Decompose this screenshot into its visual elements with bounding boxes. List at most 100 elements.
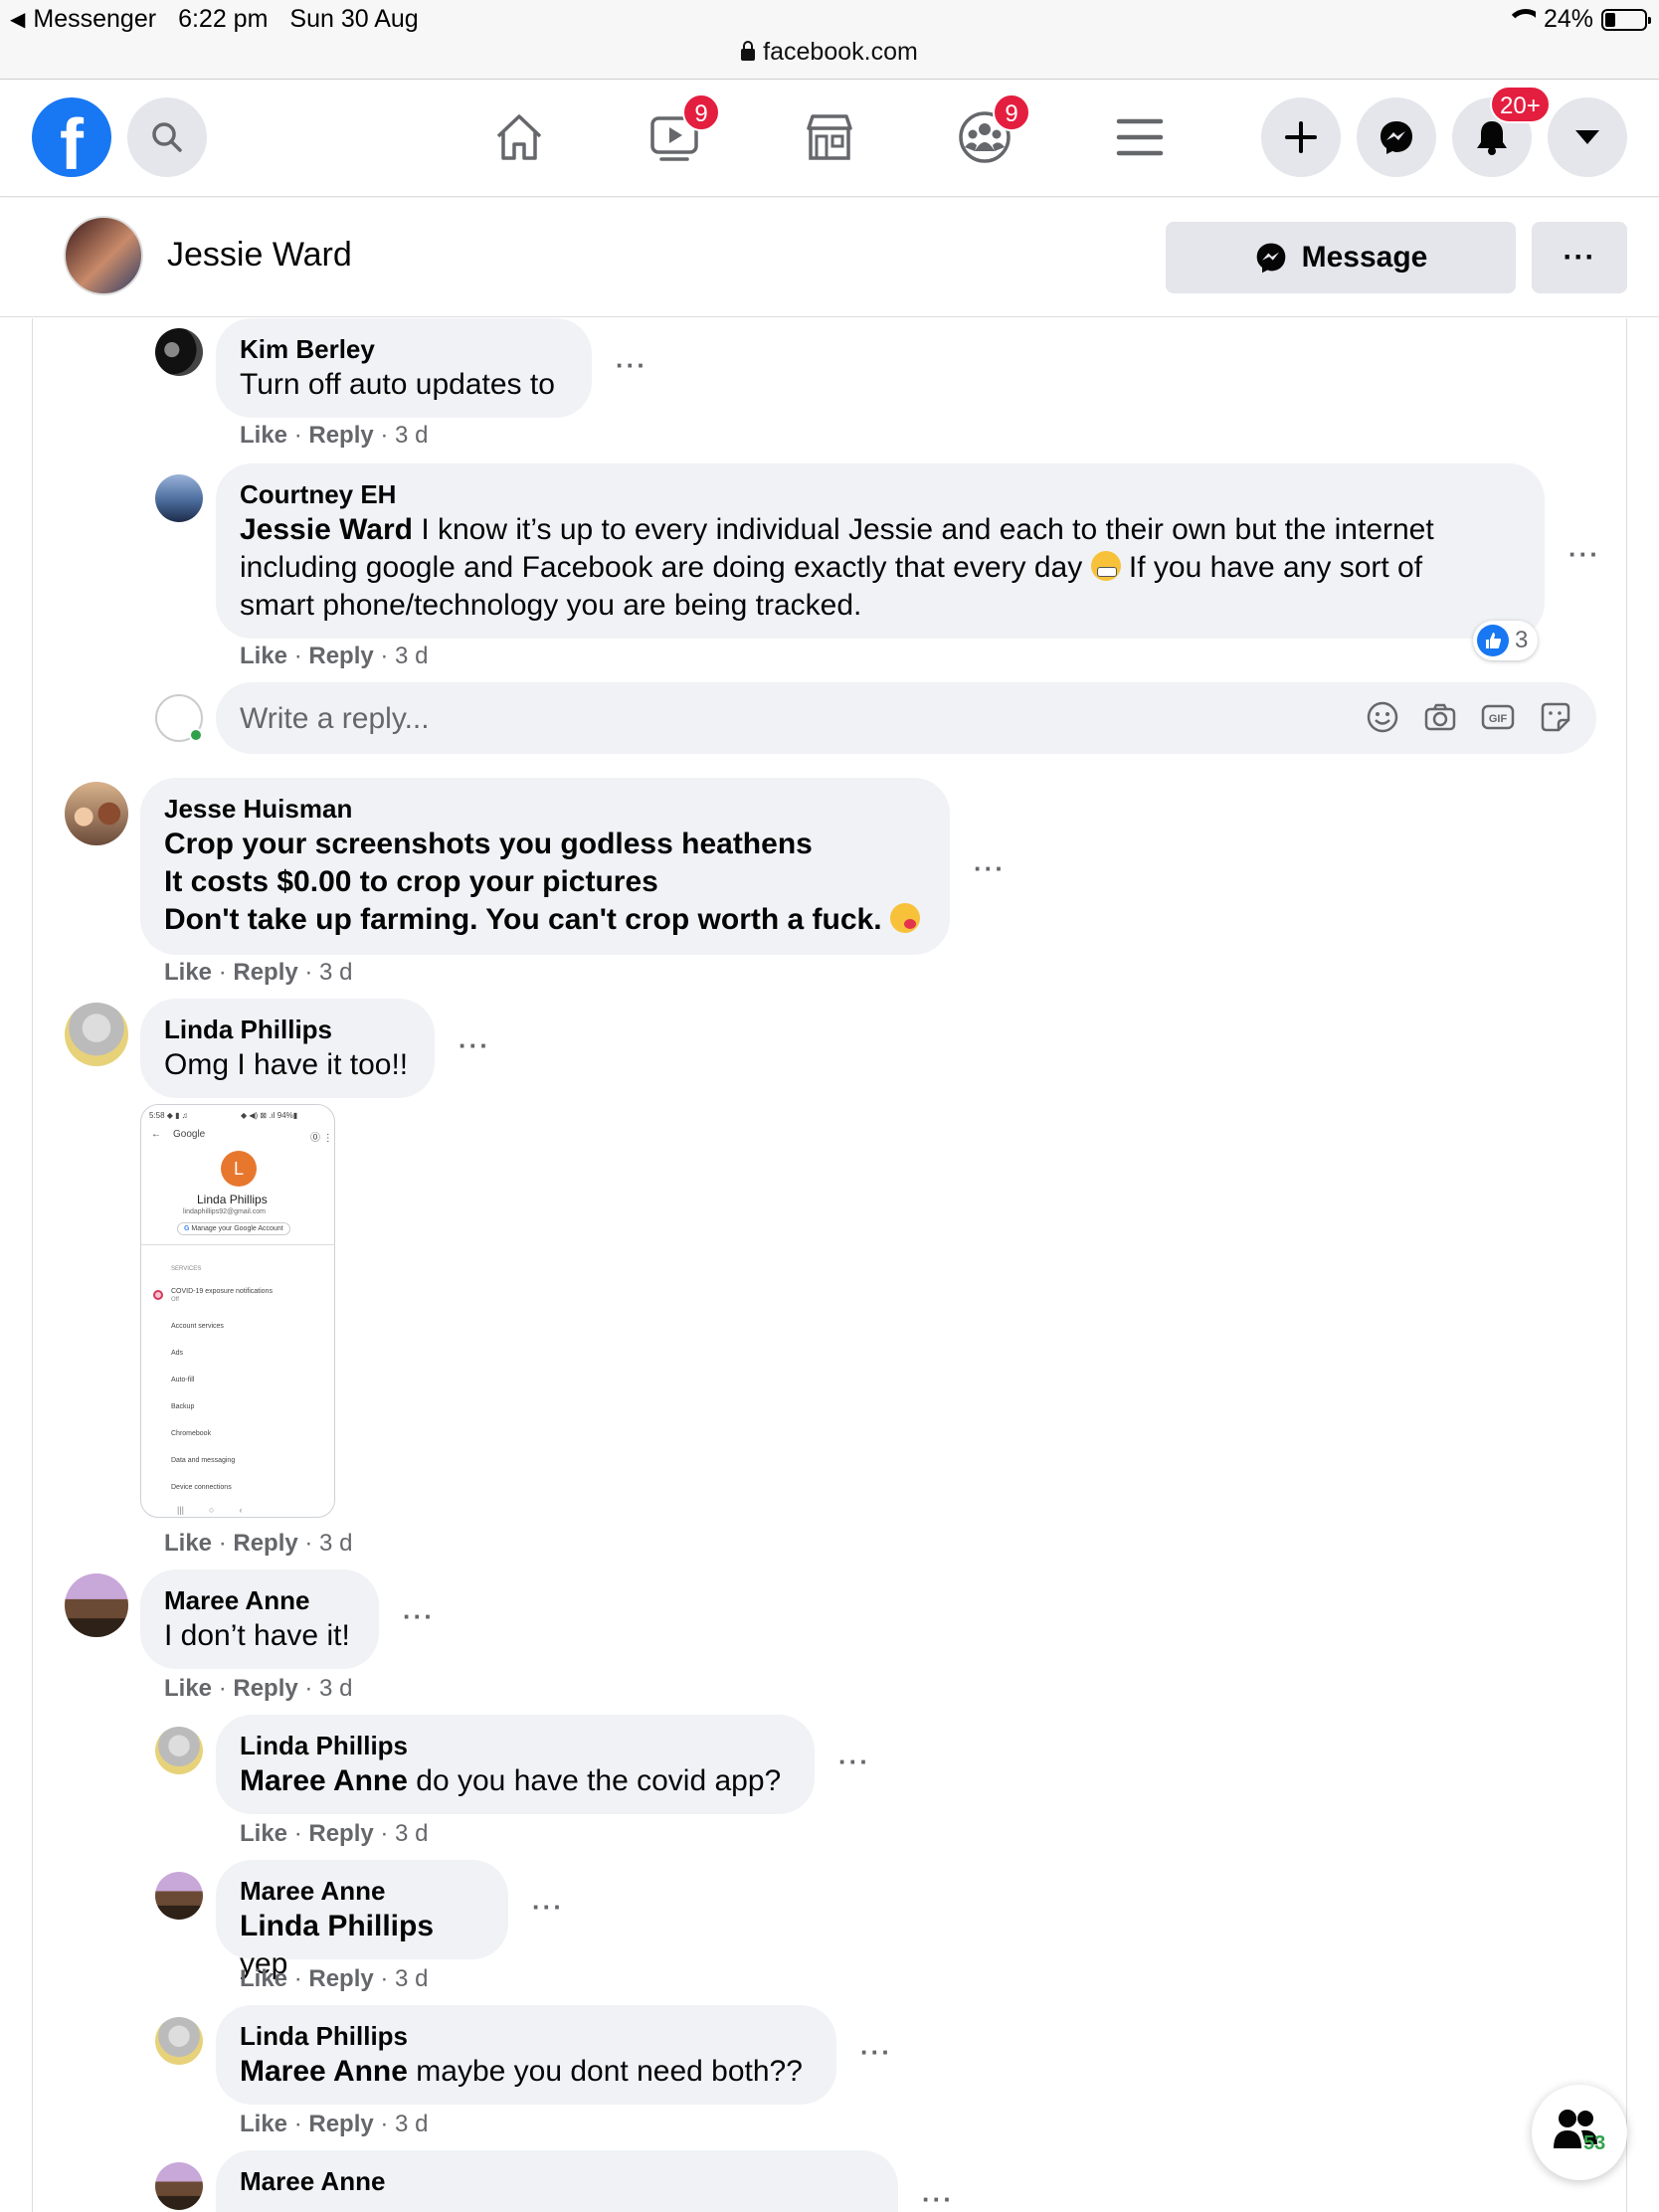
profile-more-button[interactable]: ··· [1532,222,1627,293]
back-arrow-icon[interactable]: ◀ [10,7,25,32]
avatar[interactable] [155,1872,203,1920]
message-button[interactable]: Message [1166,222,1516,293]
menu-tab[interactable] [1100,97,1180,177]
watch-badge: 9 [682,93,720,131]
like-link[interactable]: Like [164,1675,212,1702]
commenter-name[interactable]: Linda Phillips [164,1013,411,1046]
shot-item: Data and messaging [171,1457,236,1464]
url-text[interactable]: facebook.com [763,38,918,66]
profile-name[interactable]: Jessie Ward [167,236,352,275]
like-link[interactable]: Like [240,1965,287,1992]
comment-options-button[interactable]: ··· [532,1892,564,1923]
attached-screenshot-image[interactable]: 5:58 ◆ ▮ ♫ ◆ ◀) ⊠ .ıl 94%▮ ← Google ⓪ ⋮ … [140,1104,335,1518]
mention-link[interactable]: Maree Anne [240,2055,408,2088]
watch-tab[interactable]: 9 [635,93,720,177]
wifi-icon [1505,8,1536,31]
contacts-button[interactable]: 53 [1532,2085,1627,2180]
avatar[interactable] [65,782,128,845]
reaction-number: 3 [1515,627,1529,653]
create-button[interactable] [1261,97,1341,177]
emoji-icon[interactable] [1366,700,1399,734]
comment-actions: Like · Reply · 3 d [240,643,429,669]
bell-icon [1477,121,1507,155]
mention-link[interactable]: Linda Phillips [240,1910,434,1942]
comment-text: including google and Facebook are doing … [240,551,1423,584]
facebook-logo-icon[interactable]: f [32,97,111,177]
like-link[interactable]: Like [164,1530,212,1557]
comment-options-button[interactable]: ··· [1568,539,1600,570]
like-link[interactable]: Like [240,643,287,669]
avatar[interactable] [155,474,203,522]
reply-link[interactable]: Reply [308,2111,373,2137]
comment-bubble: Jesse Huisman Crop your screenshots you … [140,778,950,955]
profile-avatar[interactable] [64,216,143,295]
gif-icon[interactable]: GIF [1481,700,1515,734]
like-link[interactable]: Like [240,1820,287,1847]
back-app-label[interactable]: Messenger [33,5,156,34]
avatar[interactable] [65,1003,128,1066]
commenter-name[interactable]: Linda Phillips [240,1729,791,1762]
account-menu-button[interactable] [1548,97,1627,177]
comment-text: Maree Anne maybe you dont need both?? [240,2055,803,2088]
commenter-name[interactable]: Maree Anne [240,1874,484,1908]
commenter-name[interactable]: Jesse Huisman [164,792,926,826]
address-bar[interactable]: facebook.com [0,38,1659,67]
mention-link[interactable]: Jessie Ward [240,513,413,546]
comment-options-button[interactable]: ··· [838,1747,870,1777]
avatar[interactable] [155,328,203,376]
profile-header: Jessie Ward Message ··· [0,198,1659,317]
comment-time: 3 d [395,422,429,449]
search-button[interactable] [127,97,207,177]
notifications-button[interactable]: 20+ [1452,86,1551,177]
groups-tab[interactable]: 9 [945,93,1030,177]
shot-item-sub: Off [171,1297,179,1303]
reply-link[interactable]: Reply [233,1530,297,1557]
kissing-emoji-icon [889,903,920,933]
commenter-name[interactable]: Kim Berley [240,332,568,366]
comment-options-button[interactable]: ··· [459,1030,490,1061]
battery-icon [1601,8,1651,31]
shot-divider [141,1244,334,1245]
like-link[interactable]: Like [240,2111,287,2137]
comment-options-button[interactable]: ··· [616,350,647,381]
comment-text: Jessie Ward I know it’s up to every indi… [240,513,1434,546]
avatar[interactable] [155,2017,203,2065]
shot-item: COVID-19 exposure notifications [171,1288,273,1295]
shot-nav-bar: ||| ○ ‹ [177,1505,243,1515]
comment-time: 3 d [319,959,353,986]
comment-options-button[interactable]: ··· [403,1601,435,1632]
reply-link[interactable]: Reply [308,643,373,669]
comment-text: Crop your screenshots you godless heathe… [164,828,813,860]
reaction-count[interactable]: 3 [1473,621,1539,660]
reply-link[interactable]: Reply [308,1820,373,1847]
like-reaction-icon [1477,625,1509,656]
commenter-name[interactable]: Linda Phillips [240,2019,813,2053]
like-link[interactable]: Like [164,959,212,986]
comment-options-button[interactable]: ··· [974,853,1006,884]
sticker-icon[interactable] [1539,700,1572,734]
avatar[interactable] [155,2162,203,2210]
commenter-name[interactable]: Maree Anne [164,1583,355,1617]
reply-link[interactable]: Reply [233,959,297,986]
messenger-button[interactable] [1357,97,1436,177]
reply-input[interactable]: Write a reply... GIF [216,682,1596,754]
avatar[interactable] [65,1573,128,1637]
comment-options-button[interactable]: ··· [922,2184,954,2212]
comment-actions: Like · Reply · 3 d [240,1965,429,1992]
reply-link[interactable]: Reply [233,1675,297,1702]
commenter-name[interactable]: Maree Anne [240,2164,874,2198]
marketplace-icon [807,114,852,160]
avatar[interactable] [155,1727,203,1774]
mention-link[interactable]: Maree Anne [240,1764,408,1797]
camera-icon[interactable] [1423,700,1457,734]
reply-link[interactable]: Reply [308,1965,373,1992]
comment-feed[interactable]: Kim Berley Turn off auto updates to ··· … [32,318,1627,2212]
comment-bubble: Courtney EH Jessie Ward I know it’s up t… [216,463,1545,639]
commenter-name[interactable]: Courtney EH [240,477,1521,511]
reply-link[interactable]: Reply [308,422,373,449]
comment-actions: Like · Reply · 3 d [240,422,429,449]
marketplace-tab[interactable] [790,97,869,177]
comment-options-button[interactable]: ··· [860,2037,892,2068]
home-tab[interactable] [479,97,559,177]
like-link[interactable]: Like [240,422,287,449]
